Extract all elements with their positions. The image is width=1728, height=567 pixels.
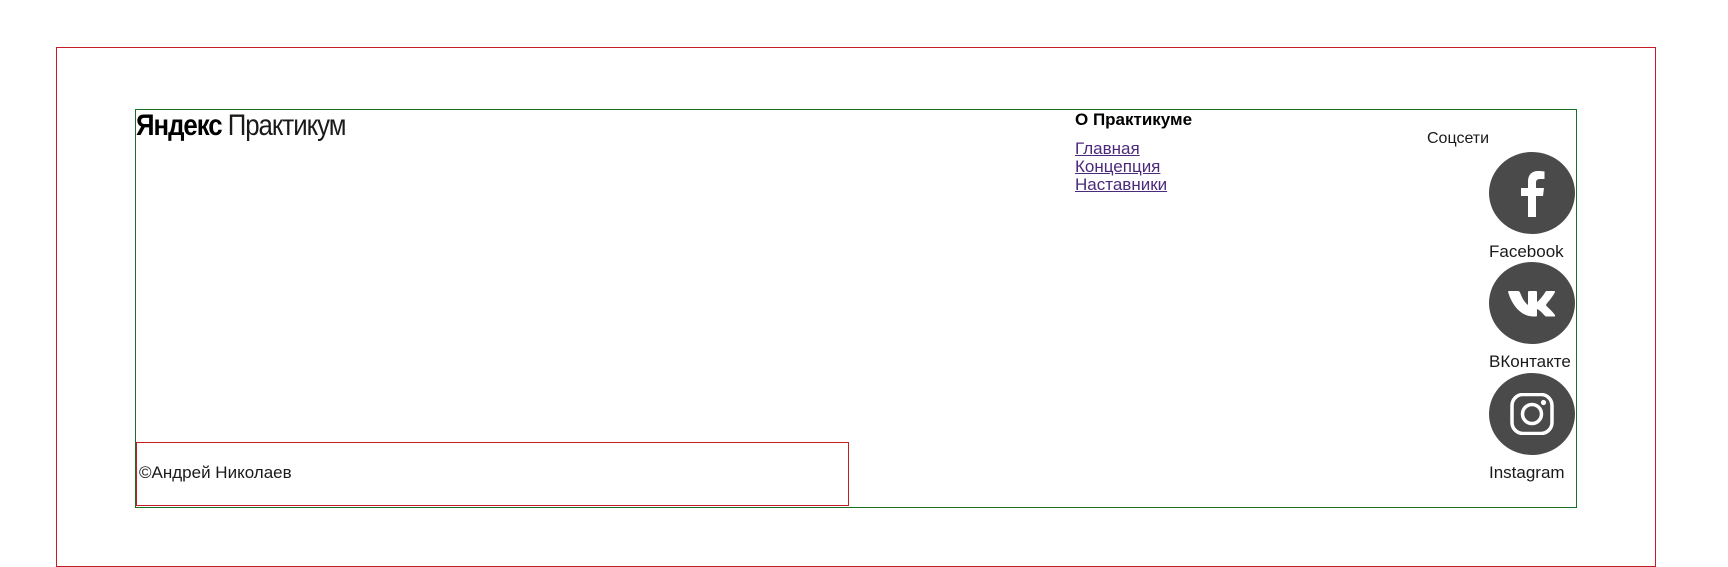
social-title: Соцсети [1427,130,1490,147]
social-label-instagram: Instagram [1489,463,1565,482]
about-section: О Практикуме Главная Концепция Наставник… [1075,110,1192,194]
instagram-icon[interactable] [1489,373,1575,455]
facebook-icon[interactable] [1489,152,1575,234]
vk-icon[interactable] [1489,262,1575,344]
copyright-text: ©Андрей Николаев [139,463,292,482]
yandex-practicum-logo[interactable]: Яндекс Практикум [136,108,347,144]
social-label-vk: ВКонтакте [1489,352,1571,371]
social-item-instagram[interactable]: Instagram [1489,373,1599,483]
logo-product: Практикум [227,109,347,142]
social-item-vk[interactable]: ВКонтакте [1489,262,1599,372]
social-item-facebook[interactable]: Facebook [1489,152,1599,262]
nav-link-mentors[interactable]: Наставники [1075,176,1192,194]
logo-brand: Яндекс [136,109,223,142]
nav-link-concept[interactable]: Концепция [1075,158,1192,176]
nav-link-main[interactable]: Главная [1075,140,1192,158]
social-label-facebook: Facebook [1489,242,1564,261]
about-title: О Практикуме [1075,110,1193,129]
